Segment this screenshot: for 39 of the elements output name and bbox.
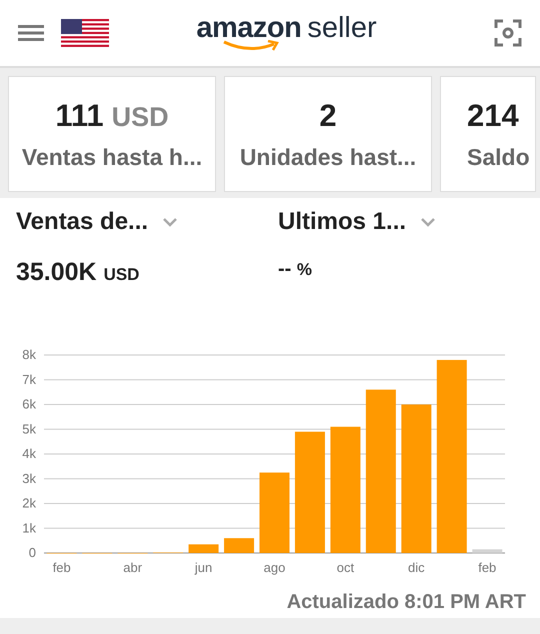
y-tick-label: 0: [28, 545, 36, 560]
card-label: Unidades hast...: [240, 144, 416, 170]
metric-value: 35.00K USD: [16, 258, 140, 287]
x-tick-label: abr: [123, 560, 142, 575]
bar: [224, 538, 254, 553]
y-tick-label: 6k: [22, 396, 36, 412]
x-tick-label: jun: [194, 560, 212, 575]
card-label: Ventas hasta h...: [22, 144, 202, 170]
flag-icon[interactable]: [61, 19, 109, 47]
summary-card[interactable]: 214 Saldo: [440, 76, 536, 192]
chevron-icon: [420, 217, 436, 227]
x-tick-label: ago: [264, 560, 286, 575]
card-value: 2: [319, 98, 337, 134]
y-tick-label: 3k: [22, 470, 36, 486]
card-value: 111 USD: [55, 98, 169, 134]
menu-icon[interactable]: [18, 24, 44, 42]
updated-time: Actualizado 8:01 PM ART: [286, 591, 526, 614]
y-tick-label: 5k: [22, 421, 36, 436]
y-tick-label: 4k: [22, 446, 36, 461]
period-dropdown[interactable]: Ultimos 1...: [278, 208, 436, 236]
chevron-icon: [162, 217, 178, 227]
y-tick-label: 7k: [22, 372, 36, 387]
bar: [472, 549, 502, 553]
y-tick-label: 1k: [22, 520, 36, 536]
summary-card[interactable]: 111 USD Ventas hasta h...: [8, 76, 216, 192]
period-dropdown[interactable]: Ventas de...: [16, 208, 178, 236]
x-tick-label: feb: [478, 560, 496, 575]
y-tick-label: 2k: [22, 496, 36, 510]
card-label: Saldo: [467, 144, 530, 170]
summary-card[interactable]: 2 Unidades hast...: [224, 76, 432, 192]
metric-value: -- %: [278, 258, 314, 281]
y-tick-label: 8k: [22, 347, 36, 362]
bar: [188, 544, 219, 553]
card-value: 214: [467, 98, 519, 134]
logo: amazon seller: [79, 14, 494, 52]
x-tick-label: oct: [336, 560, 354, 575]
scan-icon[interactable]: [494, 19, 522, 47]
x-tick-label: feb: [52, 560, 71, 575]
x-tick-label: dic: [408, 560, 425, 575]
